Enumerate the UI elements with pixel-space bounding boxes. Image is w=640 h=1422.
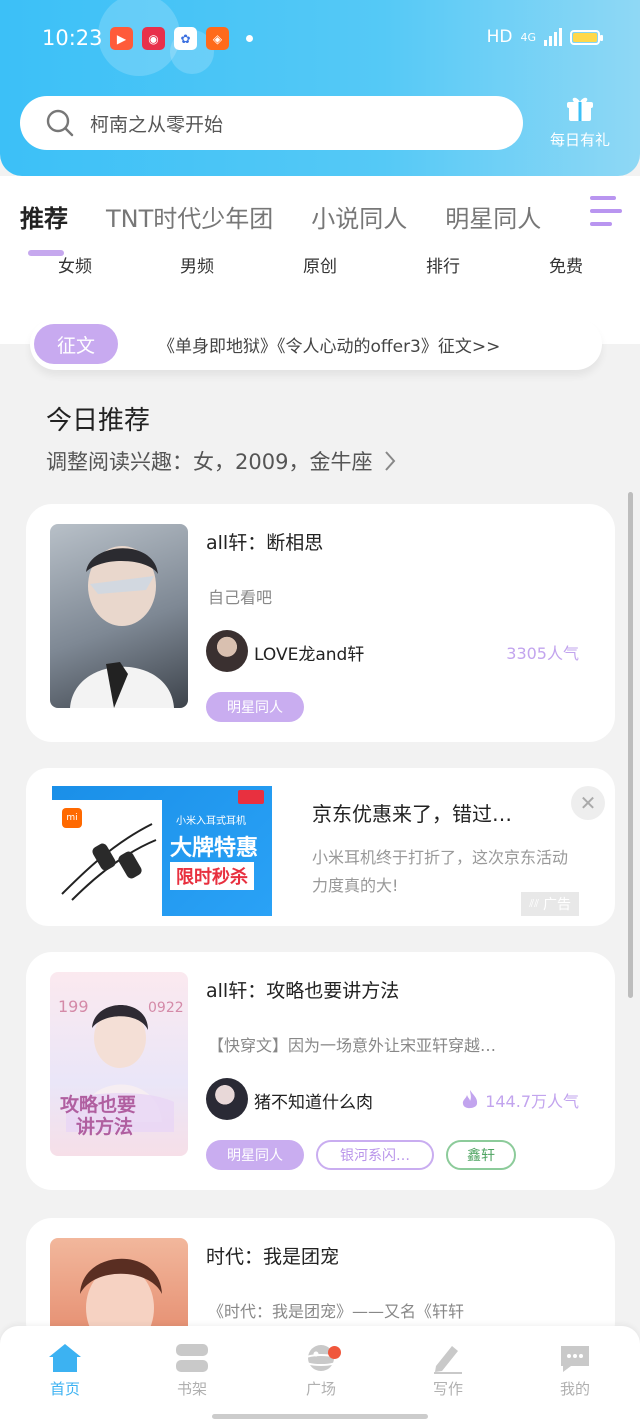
- notice-bar[interactable]: 征文 《单身即地狱》《令人心动的offer3》征文>>: [30, 318, 602, 370]
- status-indicators: HD 4G: [486, 27, 603, 47]
- nav-bookshelf[interactable]: 书架: [157, 1342, 227, 1399]
- tab-recommend[interactable]: 推荐: [20, 199, 68, 234]
- sub-tabs: 女频 男频 原创 排行 免费: [0, 252, 640, 282]
- signal-label: 4G: [520, 30, 536, 44]
- nav-home[interactable]: 首页: [30, 1342, 100, 1399]
- sub-tab-free[interactable]: 免费: [531, 252, 601, 277]
- home-icon: [49, 1344, 81, 1372]
- ad-banner-image: mi 小米入耳式耳机 大牌特惠 限时秒杀: [52, 786, 272, 916]
- book-desc: 《时代：我是团宠》——又名《轩轩: [208, 1302, 465, 1321]
- popularity: 144.7万人气: [461, 1088, 579, 1112]
- book-title: all轩：攻略也要讲方法: [206, 980, 400, 1002]
- today-title: 今日推荐: [46, 406, 151, 436]
- author-avatar: [206, 1078, 248, 1120]
- book-tag[interactable]: 银河系闪…: [316, 1140, 434, 1170]
- nav-square[interactable]: 广场: [286, 1342, 356, 1399]
- film-app-icon: ◉: [142, 27, 165, 50]
- book-tag[interactable]: 明星同人: [206, 692, 304, 722]
- popularity: 3305人气: [506, 640, 579, 664]
- scrollbar[interactable]: [628, 492, 633, 998]
- ad-label: ⫽⫽ 广告: [521, 892, 579, 916]
- bottom-nav: 首页 书架 广场 写作 我的: [0, 1326, 640, 1422]
- book-tag[interactable]: 鑫轩: [446, 1140, 516, 1170]
- author-name: LOVE龙and轩: [254, 645, 365, 665]
- network-label: HD: [486, 27, 513, 47]
- nav-bookshelf-label: 书架: [176, 1380, 207, 1398]
- ad-logo-icon: ⫽⫽: [529, 897, 539, 910]
- tab-tnt[interactable]: TNT时代少年团: [106, 199, 273, 234]
- tab-star-fanfic[interactable]: 明星同人: [445, 199, 541, 234]
- earphones-icon: [61, 823, 157, 901]
- nav-me[interactable]: 我的: [540, 1342, 610, 1399]
- baidu-app-icon: ✿: [174, 27, 197, 50]
- ad-banner-line1: 小米入耳式耳机: [176, 816, 246, 827]
- gift-icon: [567, 97, 593, 121]
- status-time: 10:23: [42, 26, 103, 50]
- signal-icon: [544, 28, 562, 46]
- popularity-value: 3305人气: [506, 644, 579, 663]
- close-icon[interactable]: ✕: [571, 786, 605, 820]
- sub-tab-female[interactable]: 女频: [40, 252, 110, 277]
- reading-interest-link[interactable]: 调整阅读兴趣：女，2009，金牛座: [46, 446, 396, 476]
- book-desc: 【快穿文】因为一场意外让宋亚轩穿越…: [208, 1036, 497, 1055]
- home-indicator: [212, 1414, 428, 1419]
- author-name: 猪不知道什么肉: [254, 1093, 373, 1113]
- ad-card[interactable]: mi 小米入耳式耳机 大牌特惠 限时秒杀 京东优惠来了，错过… 小米耳机终于打折…: [26, 768, 615, 926]
- nav-write[interactable]: 写作: [413, 1342, 483, 1399]
- header: 10:23 ▶ ◉ ✿ ◈ HD 4G 柯南之从零开始 每日有礼: [0, 0, 640, 176]
- nav-square-label: 广场: [305, 1380, 336, 1398]
- notification-badge: [328, 1346, 341, 1359]
- search-icon: [46, 109, 74, 137]
- menu-icon[interactable]: [590, 196, 622, 226]
- ad-banner-line2: 大牌特惠: [170, 836, 259, 861]
- popularity-value: 144.7万人气: [485, 1092, 579, 1111]
- book-tag[interactable]: 明星同人: [206, 1140, 304, 1170]
- daily-gift-button[interactable]: 每日有礼: [540, 95, 620, 150]
- video-app-icon: ▶: [110, 27, 133, 50]
- book-desc: 自己看吧: [208, 588, 273, 607]
- notification-dot-icon: [246, 35, 253, 42]
- flame-icon: [463, 1090, 478, 1109]
- kuaishou-app-icon: ◈: [206, 27, 229, 50]
- daily-gift-label: 每日有礼: [549, 131, 610, 149]
- ad-banner-line3: 限时秒杀: [170, 862, 254, 890]
- pen-icon: [434, 1346, 462, 1374]
- chevron-right-icon: [385, 451, 396, 471]
- svg-text:0922: 0922: [148, 1000, 184, 1016]
- nav-write-label: 写作: [432, 1380, 463, 1398]
- search-placeholder: 柯南之从零开始: [90, 113, 224, 136]
- author-avatar: [206, 630, 248, 672]
- today-subtitle: 调整阅读兴趣：女，2009，金牛座: [46, 450, 373, 474]
- cover-title-line2: 讲方法: [76, 1116, 134, 1138]
- bookshelf-icon: [176, 1344, 208, 1372]
- battery-icon: [570, 29, 603, 45]
- notice-text: 《单身即地狱》《令人心动的offer3》征文>>: [158, 336, 501, 357]
- sub-tab-original[interactable]: 原创: [285, 252, 355, 277]
- nav-me-label: 我的: [559, 1380, 590, 1398]
- book-title: 时代：我是团宠: [206, 1246, 340, 1268]
- category-tabs: 推荐 TNT时代少年团 小说同人 明星同人: [20, 196, 579, 236]
- book-cover: 199 0922 攻略也要 讲方法: [50, 972, 188, 1156]
- sub-tab-ranking[interactable]: 排行: [408, 252, 478, 277]
- status-app-icons: ▶ ◉ ✿ ◈: [110, 27, 253, 50]
- ad-label-text: 广告: [543, 897, 571, 913]
- book-cover: [50, 524, 188, 708]
- cover-portrait-image: [70, 546, 174, 708]
- nav-home-label: 首页: [49, 1380, 80, 1398]
- book-title: all轩：断相思: [206, 532, 324, 554]
- book-card[interactable]: 199 0922 攻略也要 讲方法 all轩：攻略也要讲方法 【快穿文】因为一场…: [26, 952, 615, 1190]
- book-card[interactable]: all轩：断相思 自己看吧 LOVE龙and轩 3305人气 明星同人: [26, 504, 615, 742]
- search-bar[interactable]: 柯南之从零开始: [20, 96, 523, 150]
- svg-text:199: 199: [58, 997, 89, 1016]
- chat-bubble-icon: [561, 1346, 589, 1372]
- ad-title: 京东优惠来了，错过…: [312, 802, 512, 826]
- jd-logo: [238, 790, 264, 804]
- notice-badge: 征文: [34, 324, 118, 364]
- tab-novel-fanfic[interactable]: 小说同人: [311, 199, 407, 234]
- sub-tab-male[interactable]: 男频: [162, 252, 232, 277]
